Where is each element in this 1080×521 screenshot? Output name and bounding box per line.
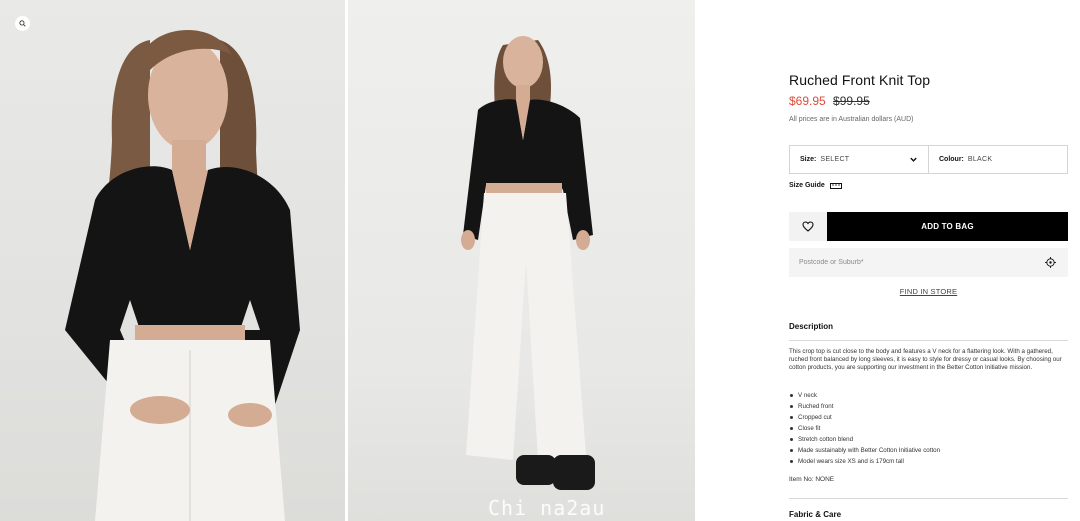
colour-value: BLACK <box>967 156 993 163</box>
original-price: $99.95 <box>833 94 870 108</box>
feature-item: Model wears size XS and is 179cm tall <box>789 456 1068 467</box>
heart-icon <box>802 221 814 232</box>
size-guide-link[interactable]: Size Guide <box>789 182 842 189</box>
fabric-divider <box>789 498 1068 499</box>
variant-selectors: Size: SELECT Colour: BLACK <box>789 145 1068 174</box>
description-text: This crop top is cut close to the body a… <box>789 348 1062 371</box>
chevron-down-icon <box>910 157 917 162</box>
model-fulllength-illustration <box>461 36 595 490</box>
feature-item: Stretch cotton blend <box>789 434 1068 445</box>
product-gallery: Chi na2au <box>0 0 695 521</box>
feature-item: V neck <box>789 390 1068 401</box>
item-number: Item No: NONE <box>789 476 835 483</box>
postcode-field <box>789 248 1068 277</box>
add-to-bag-button[interactable]: ADD TO BAG <box>827 212 1068 241</box>
feature-item: Close fit <box>789 423 1068 434</box>
zoom-button[interactable] <box>15 16 30 31</box>
sale-price: $69.95 <box>789 94 826 108</box>
product-image-1[interactable] <box>0 0 345 521</box>
feature-item: Ruched front <box>789 401 1068 412</box>
find-in-store-link[interactable]: FIND IN STORE <box>789 287 1068 296</box>
feature-item: Cropped cut <box>789 412 1068 423</box>
size-value: SELECT <box>820 156 850 163</box>
search-icon <box>19 20 26 27</box>
currency-note: All prices are in Australian dollars (AU… <box>789 116 914 123</box>
size-select[interactable]: Size: SELECT <box>790 146 929 173</box>
description-heading: Description <box>789 322 834 331</box>
wishlist-button[interactable] <box>789 212 827 241</box>
product-title: Ruched Front Knit Top <box>789 72 931 88</box>
price-row: $69.95 $99.95 <box>789 94 870 108</box>
size-guide-label: Size Guide <box>789 182 825 189</box>
ruler-icon <box>829 182 842 189</box>
description-divider <box>789 340 1068 341</box>
colour-select[interactable]: Colour: BLACK <box>929 146 1067 173</box>
watermark-text: Chi na2au <box>488 496 606 520</box>
product-image-2[interactable]: Chi na2au <box>348 0 695 521</box>
colour-label: Colour: <box>939 156 964 163</box>
model-closeup-illustration <box>65 30 300 521</box>
add-to-bag-row: ADD TO BAG <box>789 212 1068 241</box>
crosshair-icon[interactable] <box>1045 257 1056 268</box>
size-label: Size: <box>800 156 817 163</box>
postcode-input[interactable] <box>799 259 1019 266</box>
feature-item: Made sustainably with Better Cotton Init… <box>789 445 1068 456</box>
fabric-care-heading[interactable]: Fabric & Care <box>789 510 841 519</box>
feature-list: V neck Ruched front Cropped cut Close fi… <box>789 390 1068 467</box>
